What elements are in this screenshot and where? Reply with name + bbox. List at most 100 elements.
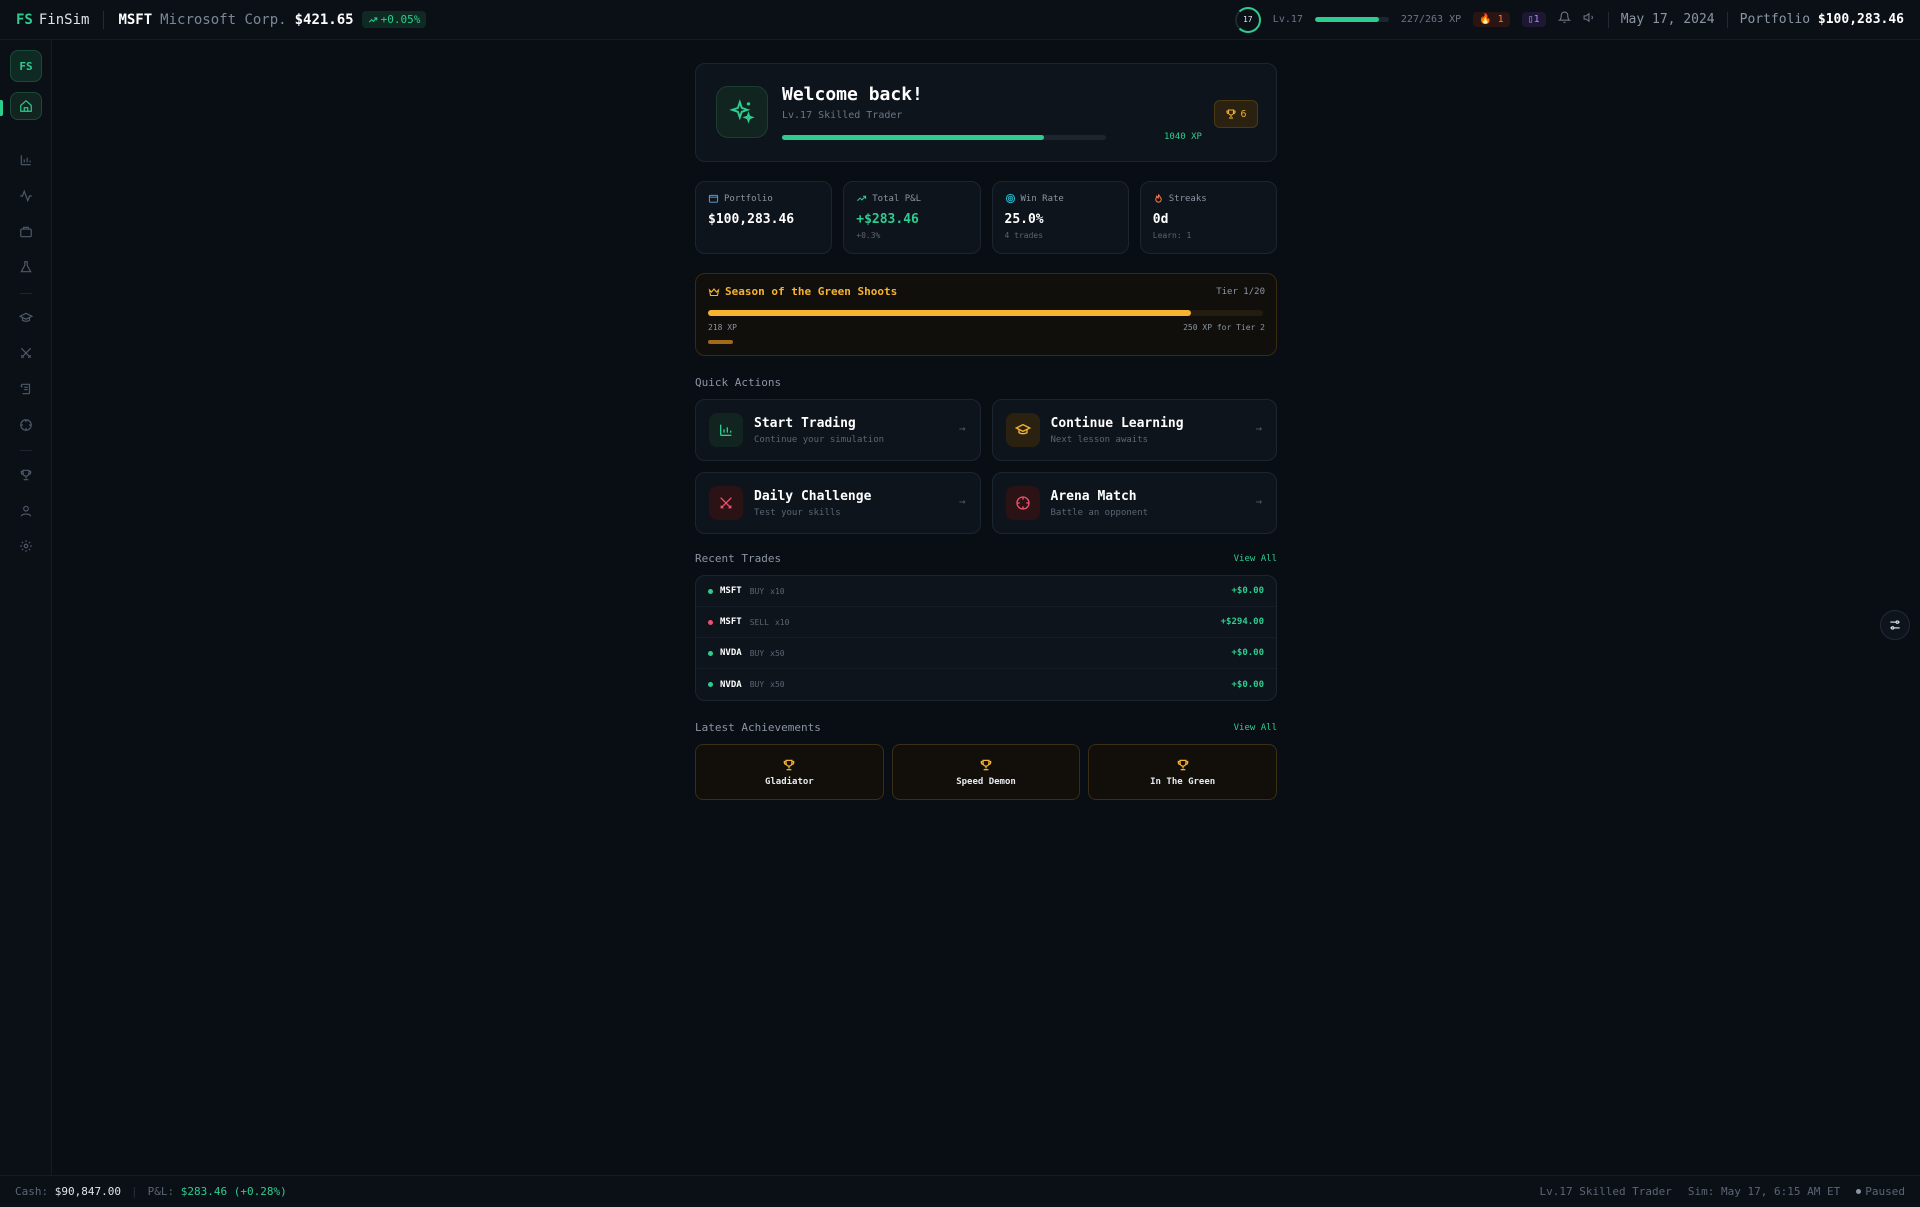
stat-card-streaks[interactable]: Streaks 0d Learn: 1: [1139, 181, 1277, 254]
sidebar-item-profile[interactable]: [10, 497, 42, 525]
sidebar-item-achievements[interactable]: [10, 461, 42, 489]
brand-name: FinSim: [38, 11, 90, 28]
crosshair-icon: [20, 419, 32, 431]
quick-action-title: Continue Learning: [1050, 416, 1184, 431]
season-card[interactable]: Season of the Green Shoots Tier 1/20 218…: [695, 273, 1277, 356]
recent-trades-view-all-link[interactable]: View All: [1234, 554, 1277, 564]
xp-bar: [1314, 17, 1389, 22]
achievements-view-all-link[interactable]: View All: [1234, 723, 1277, 733]
trade-symbol: MSFT: [720, 586, 742, 596]
stat-value: 0d: [1152, 212, 1169, 227]
divider: |: [130, 1185, 138, 1198]
user-icon: [20, 505, 32, 517]
sidebar-logo[interactable]: FS: [10, 50, 42, 82]
stat-card-win-rate[interactable]: Win Rate 25.0% 4 trades: [991, 181, 1129, 254]
quick-action-daily-challenge[interactable]: Daily Challenge Test your skills →: [695, 472, 981, 534]
quick-action-start-trading[interactable]: Start Trading Continue your simulation →: [695, 399, 981, 461]
trade-pnl: +$0.00: [1231, 679, 1264, 690]
sidebar-item-learn[interactable]: [10, 304, 42, 332]
level-ring[interactable]: 17: [1234, 6, 1261, 33]
status-dot: [1856, 1189, 1862, 1194]
recent-trades-title: Recent Trades: [695, 552, 782, 565]
trade-qty: x50: [770, 680, 785, 689]
crosshair-icon: [1005, 486, 1040, 520]
bell-icon[interactable]: [1557, 11, 1571, 28]
trade-side: BUY: [749, 680, 765, 689]
sidebar-item-arena[interactable]: [10, 411, 42, 439]
sidebar-divider: [20, 293, 32, 294]
brand[interactable]: FS FinSim: [16, 12, 89, 28]
divider: [1726, 11, 1728, 28]
sidebar-item-challenge[interactable]: [10, 339, 42, 367]
quick-action-continue-learning[interactable]: Continue Learning Next lesson awaits →: [991, 399, 1277, 461]
divider: [1607, 11, 1609, 28]
season-mini-bar: [708, 340, 733, 344]
status-cash-label: Cash:: [15, 1185, 49, 1198]
achievements-heading: Latest Achievements View All: [695, 721, 1277, 734]
trade-pnl: +$0.00: [1231, 648, 1264, 658]
achievement-name: In The Green: [1150, 776, 1216, 787]
season-progress-bar: [708, 310, 1263, 316]
trade-row[interactable]: NVDA BUY x50 +$0.00: [696, 638, 1276, 669]
quick-action-arena-match[interactable]: Arena Match Battle an opponent →: [991, 472, 1277, 534]
status-state-text: Paused: [1865, 1185, 1905, 1198]
trade-row[interactable]: NVDA BUY x50 +$0.00: [696, 669, 1276, 700]
stat-card-pnl[interactable]: Total P&L +$283.46 +0.3%: [843, 181, 981, 254]
sidebar-item-activity[interactable]: [10, 182, 42, 210]
floating-panel-button[interactable]: [1880, 610, 1910, 640]
season-tier: Tier 1/20: [1216, 287, 1265, 297]
status-state[interactable]: Paused: [1856, 1185, 1905, 1198]
flask-icon: [20, 261, 32, 273]
date: May 17, 2024: [1620, 12, 1715, 27]
welcome-card: Welcome back! Lv.17 Skilled Trader 1040 …: [695, 63, 1277, 162]
stat-value: +$283.46: [856, 212, 919, 227]
trade-row[interactable]: MSFT BUY x10 +$0.00: [696, 576, 1276, 607]
achievement-card-in-the-green[interactable]: In The Green: [1088, 744, 1277, 800]
trade-pnl: +$0.00: [1231, 586, 1264, 596]
trade-side: BUY: [749, 648, 765, 658]
sidebar-item-portfolio[interactable]: [10, 218, 42, 246]
trade-dot: [708, 588, 713, 594]
trending-up-icon: [857, 195, 867, 202]
sidebar-divider: [20, 450, 32, 451]
sidebar-item-charts[interactable]: [10, 146, 42, 174]
trophy-icon: [1177, 759, 1188, 770]
trophy-icon: [20, 469, 32, 481]
achievement-card-gladiator[interactable]: Gladiator: [695, 744, 884, 800]
trade-dot: [708, 650, 713, 656]
welcome-xp: 1040 XP: [1164, 132, 1202, 142]
ticker[interactable]: MSFT Microsoft Corp. $421.65 +0.05%: [118, 11, 427, 28]
sound-icon[interactable]: [1583, 11, 1596, 28]
xp-text: 227/263 XP: [1400, 14, 1462, 25]
arrow-right-icon: →: [958, 495, 966, 508]
top-bar: FS FinSim MSFT Microsoft Corp. $421.65 +…: [0, 0, 1920, 40]
stat-card-portfolio[interactable]: Portfolio $100,283.46: [695, 181, 833, 254]
sidebar-item-settings[interactable]: [10, 532, 42, 560]
trophy-badge[interactable]: 6: [1214, 100, 1258, 128]
xp-bar-fill: [1314, 17, 1379, 22]
stat-sub: Learn: 1: [1152, 231, 1192, 240]
stat-label: Win Rate: [1005, 193, 1116, 204]
learn-pill[interactable]: ▯1: [1521, 12, 1546, 27]
trending-up-icon: [368, 16, 377, 22]
quick-action-subtitle: Continue your simulation: [754, 435, 885, 445]
stat-label-text: Streaks: [1168, 193, 1207, 204]
trophy-icon: [1226, 109, 1237, 119]
swords-icon: [20, 347, 32, 359]
portfolio-summary[interactable]: Portfolio $100,283.46: [1740, 12, 1904, 27]
sidebar-item-lab[interactable]: [10, 253, 42, 281]
status-cash-value: $90,847.00: [54, 1185, 121, 1198]
trade-row[interactable]: MSFT SELL x10 +$294.00: [696, 607, 1276, 638]
top-right: 17 Lv.17 227/263 XP 🔥 1 ▯1 May 17, 2024 …: [1234, 6, 1904, 33]
stat-label-text: Total P&L: [872, 193, 922, 204]
learn-count: 1: [1533, 14, 1540, 25]
graduation-cap-icon: [19, 312, 33, 322]
quick-action-title: Daily Challenge: [754, 489, 872, 504]
streak-pill[interactable]: 🔥 1: [1473, 12, 1510, 27]
quick-actions-grid: Start Trading Continue your simulation →…: [695, 399, 1277, 534]
sidebar-item-history[interactable]: [10, 375, 42, 403]
sidebar-item-home[interactable]: [10, 92, 42, 120]
trade-symbol: MSFT: [720, 617, 742, 627]
stats-row: Portfolio $100,283.46 Total P&L +$283.46…: [695, 181, 1277, 254]
achievement-card-speed-demon[interactable]: Speed Demon: [891, 744, 1081, 800]
